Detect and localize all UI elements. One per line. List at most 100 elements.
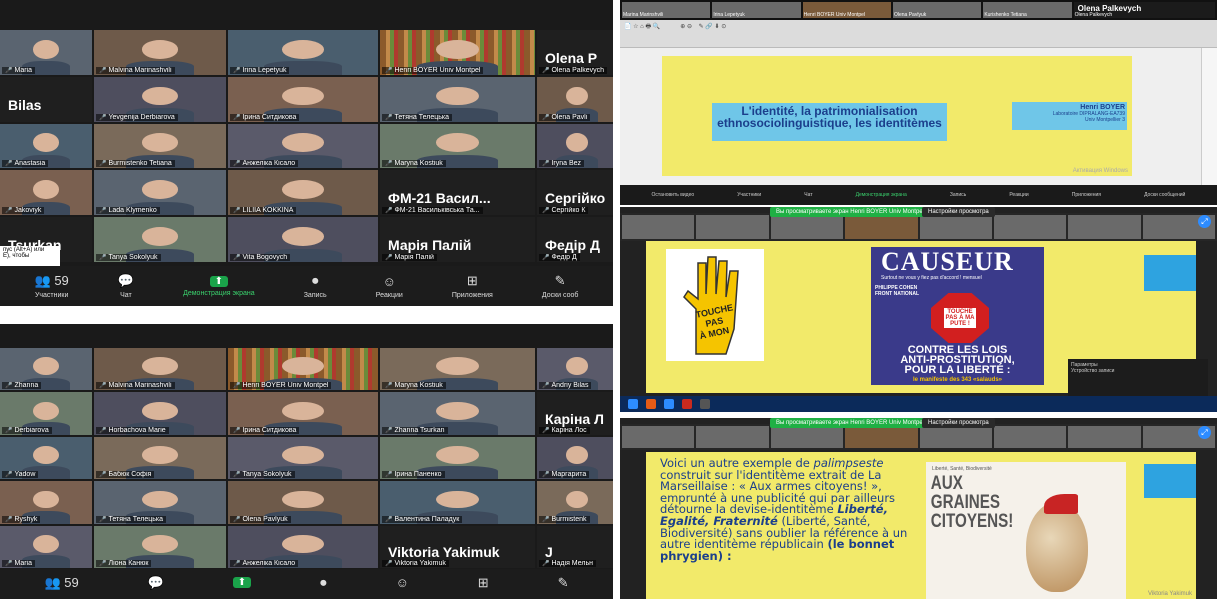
participant-tile[interactable]: Анжеліка Кісало xyxy=(228,525,378,568)
toolbar-button[interactable]: Остановить видео xyxy=(652,192,695,198)
zoom-close-icon[interactable]: ⤢ xyxy=(1198,215,1211,228)
participant-name: Тетяна Телецька xyxy=(96,515,167,523)
participant-tile[interactable]: Ryshyk xyxy=(0,481,92,524)
participant-tile[interactable]: Maryna Kostiuk xyxy=(380,123,535,169)
participant-tile[interactable]: Maria xyxy=(0,525,92,568)
participant-tile[interactable]: Валентина Паладук xyxy=(380,481,535,524)
toolbar-button[interactable]: ⊞ xyxy=(478,575,489,594)
toolbar-button[interactable]: ☺ xyxy=(396,575,409,593)
toolbar-button[interactable]: 💬 xyxy=(148,575,164,594)
participant-tile[interactable]: Henri BOYER Univ Montpel xyxy=(380,30,535,75)
thumb-name: Kurishenko Tetiana xyxy=(984,12,1027,18)
participant-tile[interactable]: Henri BOYER Univ Montpel xyxy=(228,348,378,391)
participant-tile[interactable]: Анжеліка Кісало xyxy=(228,123,378,169)
participant-tile[interactable]: Ірина Ситдикова xyxy=(228,392,378,435)
participant-tile[interactable]: Марія ПалійМарія Палій xyxy=(380,217,535,262)
thumb xyxy=(622,215,695,239)
participant-tile[interactable]: Vita Bogovych xyxy=(228,217,378,262)
toolbar-button[interactable]: 👥 59 xyxy=(44,575,78,594)
view-options-button[interactable]: Настройки просмотра xyxy=(922,207,995,217)
participant-tile[interactable]: Бабюк Софія xyxy=(94,436,226,480)
participant-tile[interactable]: Тетяна Телецька xyxy=(94,481,226,524)
thumb: Olena Pavlyuk xyxy=(892,2,982,18)
participant-face xyxy=(565,490,589,509)
participant-face xyxy=(33,357,59,376)
participant-tile[interactable]: Malvina Marinashvili xyxy=(94,30,226,75)
participant-tile[interactable]: Olena Pavlyuk xyxy=(228,481,378,524)
participant-tile[interactable]: Jakoviyk xyxy=(0,170,92,216)
participant-tile[interactable]: ФМ-21 Васил...ФМ-21 Васильківська Та... xyxy=(380,170,535,216)
participant-tile[interactable]: Федір ДФедір Д xyxy=(537,217,613,262)
toolbar-button[interactable]: ⏺ xyxy=(320,575,327,594)
participant-tile[interactable]: Viktoria YakimukViktoria Yakimuk xyxy=(380,525,535,568)
toolbar-button[interactable]: ⏺ Запись xyxy=(304,273,327,299)
thumb xyxy=(993,426,1067,448)
reactions-icon: ☺ xyxy=(395,575,409,590)
participant-name: Viktoria Yakimuk xyxy=(382,560,449,567)
toolbar-button[interactable]: 👥 59 Участники xyxy=(35,273,69,299)
participant-tile[interactable]: Yevgenija Derbiarova xyxy=(94,76,226,122)
toolbar-button[interactable]: Реакции xyxy=(1009,192,1028,198)
participant-face xyxy=(435,401,480,420)
toolbar-button[interactable]: Доски сообщений xyxy=(1144,192,1185,198)
blue-square xyxy=(1144,255,1196,291)
participant-tile[interactable]: Zhanna Tsurkan xyxy=(380,392,535,435)
participant-tile[interactable]: Horbachova Marie xyxy=(94,392,226,435)
participant-tile[interactable]: Каріна ЛКаріна Лос xyxy=(537,392,613,435)
toolbar-button[interactable]: Участники xyxy=(737,192,761,198)
participant-tile[interactable]: Olena Pavli xyxy=(537,76,613,122)
participant-name: Бабюк Софія xyxy=(96,471,155,479)
windows-activation: Активация Windows xyxy=(1072,168,1128,174)
participant-face xyxy=(33,490,59,509)
participant-tile[interactable]: Tanya Sokolyuk xyxy=(94,217,226,262)
participant-tile[interactable]: Derbiarova xyxy=(0,392,92,435)
participant-tile[interactable]: СергійкоСергійко К xyxy=(537,170,613,216)
participant-name: Валентина Паладук xyxy=(382,515,463,523)
participant-tile[interactable]: JНадія Мельн xyxy=(537,525,613,568)
participant-tile[interactable]: Ірина Ситдикова xyxy=(228,76,378,122)
participant-name: Maria xyxy=(2,560,35,567)
participant-face xyxy=(141,133,179,153)
participant-tile[interactable]: Maria xyxy=(0,30,92,75)
toolbar-button[interactable]: Чат xyxy=(804,192,812,198)
participant-tile[interactable]: Anastasia xyxy=(0,123,92,169)
toolbar-button[interactable]: ⊞ Приложения xyxy=(452,273,493,299)
toolbar-button[interactable]: Демонстрация экрана xyxy=(856,192,907,198)
participant-tile[interactable]: Yadow xyxy=(0,436,92,480)
participant-tile[interactable]: Olena POlena Palkevych xyxy=(537,30,613,75)
toolbar-button[interactable]: Приложения xyxy=(1072,192,1101,198)
view-options-button[interactable]: Настройки просмотра xyxy=(922,418,995,428)
participant-name: Каріна Лос xyxy=(539,426,590,434)
blue-square xyxy=(1144,464,1196,498)
participant-name: Henri BOYER Univ Montpel xyxy=(382,66,484,74)
participant-face xyxy=(33,180,59,200)
participant-tile[interactable]: Тетяна Телецька xyxy=(380,76,535,122)
participant-tile[interactable]: Tanya Sokolyuk xyxy=(228,436,378,480)
participant-tile[interactable]: Iryna Bez xyxy=(537,123,613,169)
chat-icon: 💬 xyxy=(117,273,135,288)
toolbar-button[interactable]: 💬 Чат xyxy=(118,273,134,299)
participant-tile[interactable]: Maryna Kostiuk xyxy=(380,348,535,391)
toolbar-button[interactable]: ⬆ xyxy=(232,577,252,591)
participant-tile[interactable]: Ліона Канюк xyxy=(94,525,226,568)
slide-paragraph: Voici un autre exemple de palimpseste co… xyxy=(660,457,918,562)
participant-tile[interactable]: Malvina Marinashvili xyxy=(94,348,226,391)
participant-name: Jakoviyk xyxy=(2,207,45,215)
participant-tile[interactable]: Ірина Паненко xyxy=(380,436,535,480)
participant-tile[interactable]: Zhanna xyxy=(0,348,92,391)
participant-tile[interactable]: Маргарита xyxy=(537,436,613,480)
participant-tile[interactable]: Bilas xyxy=(0,76,92,122)
toolbar-button[interactable]: ☺ Реакции xyxy=(376,274,403,299)
zoom-close-icon[interactable]: ⤢ xyxy=(1198,426,1211,439)
participant-tile[interactable]: Burmistenk xyxy=(537,481,613,524)
toolbar-button[interactable]: ⬆ Демонстрация экрана xyxy=(183,275,255,297)
participant-tile[interactable]: Burmistenko Tetiana xyxy=(94,123,226,169)
participant-name: Olena Pavlyuk xyxy=(230,515,291,523)
toolbar-button[interactable]: ✎ xyxy=(558,575,569,594)
toolbar-button[interactable]: Запись xyxy=(950,192,966,198)
participant-tile[interactable]: Andriy Bilas xyxy=(537,348,613,391)
toolbar-button[interactable]: ✎ Доски сооб xyxy=(542,273,579,299)
participant-tile[interactable]: Irina Lepetyuk xyxy=(228,30,378,75)
participant-tile[interactable]: Lada Klymenko xyxy=(94,170,226,216)
participant-tile[interactable]: LILIIA KOKKINA xyxy=(228,170,378,216)
